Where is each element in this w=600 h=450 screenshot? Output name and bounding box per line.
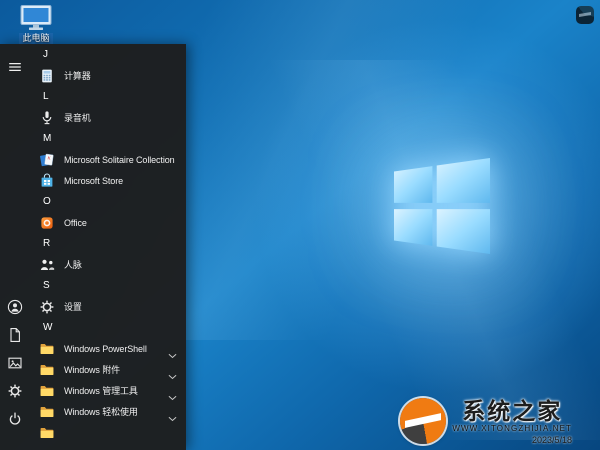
start-app-solitaire[interactable]: Microsoft Solitaire Collection	[30, 149, 186, 170]
folder-icon	[39, 425, 55, 441]
power-icon	[7, 411, 23, 427]
chevron-down-icon	[168, 367, 177, 373]
computer-icon	[19, 4, 53, 32]
settings-button[interactable]	[0, 382, 30, 400]
chevron-down-icon	[168, 346, 177, 352]
start-app-calculator[interactable]: 计算器	[30, 65, 186, 86]
start-app-voice-recorder[interactable]: 录音机	[30, 107, 186, 128]
start-menu-rail	[0, 44, 30, 450]
document-icon	[7, 327, 23, 343]
start-menu-app-list: J 计算器 L 录音机 M Microsoft Solitaire Collec…	[30, 44, 186, 450]
start-section-S[interactable]: S	[30, 275, 186, 296]
store-bag-icon	[39, 173, 55, 189]
start-section-O[interactable]: O	[30, 191, 186, 212]
user-icon	[7, 299, 23, 315]
chevron-down-icon	[168, 388, 177, 394]
start-folder-windows-ease-of-access[interactable]: Windows 轻松使用	[30, 401, 186, 422]
start-app-people[interactable]: 人脉	[30, 254, 186, 275]
folder-icon	[39, 362, 55, 378]
office-icon	[39, 215, 55, 231]
start-folder-windows-powershell[interactable]: Windows PowerShell	[30, 338, 186, 359]
start-section-L[interactable]: L	[30, 86, 186, 107]
gear-icon	[39, 299, 55, 315]
start-menu: J 计算器 L 录音机 M Microsoft Solitaire Collec…	[0, 44, 186, 450]
start-folder-partial[interactable]	[30, 422, 186, 443]
hamburger-icon	[7, 59, 23, 75]
account-button[interactable]	[0, 298, 30, 316]
calculator-icon	[39, 68, 55, 84]
start-app-office[interactable]: Office	[30, 212, 186, 233]
start-folder-windows-accessories[interactable]: Windows 附件	[30, 359, 186, 380]
start-app-microsoft-store[interactable]: Microsoft Store	[30, 170, 186, 191]
windows-desktop: 此电脑	[0, 0, 600, 450]
desktop-icon-this-pc[interactable]: 此电脑	[8, 4, 64, 45]
gear-icon	[7, 383, 23, 399]
start-section-W[interactable]: W	[30, 317, 186, 338]
microphone-icon	[39, 110, 55, 126]
windows-flag-logo	[394, 158, 490, 254]
people-icon	[39, 257, 55, 273]
documents-button[interactable]	[0, 326, 30, 344]
site-logo-mark-icon	[576, 6, 594, 24]
pictures-button[interactable]	[0, 354, 30, 372]
pictures-icon	[7, 355, 23, 371]
solitaire-cards-icon	[39, 152, 55, 168]
chevron-down-icon	[168, 409, 177, 415]
folder-icon	[39, 383, 55, 399]
start-section-J[interactable]: J	[30, 44, 186, 65]
folder-icon	[39, 404, 55, 420]
start-menu-rail-bottom	[0, 298, 30, 450]
start-app-settings[interactable]: 设置	[30, 296, 186, 317]
power-button[interactable]	[0, 410, 30, 428]
start-folder-windows-admin-tools[interactable]: Windows 管理工具	[30, 380, 186, 401]
start-menu-expand-button[interactable]	[0, 52, 30, 82]
start-section-R[interactable]: R	[30, 233, 186, 254]
folder-icon	[39, 341, 55, 357]
start-section-M[interactable]: M	[30, 128, 186, 149]
